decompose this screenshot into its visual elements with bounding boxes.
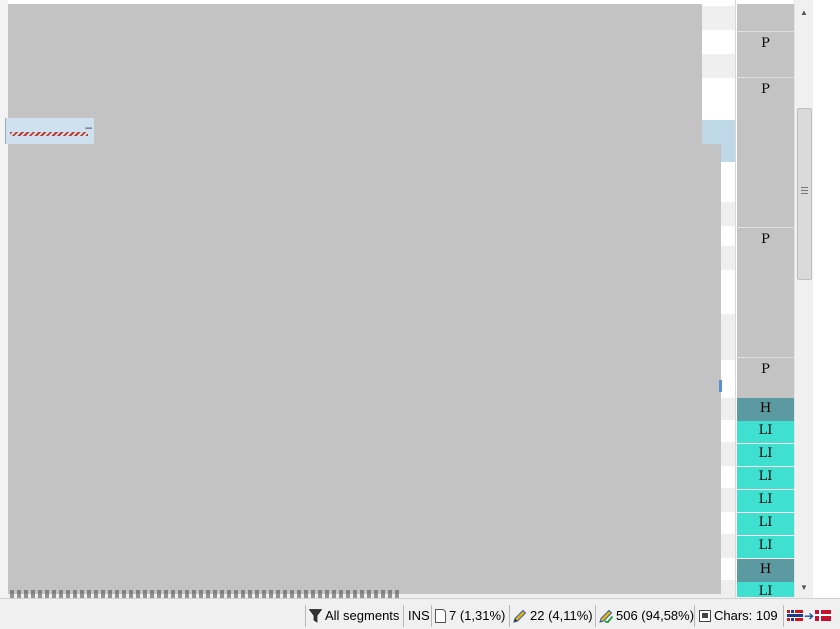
style-tag-list-item[interactable]: LI bbox=[737, 467, 794, 490]
scrollbar-grip-icon bbox=[801, 187, 808, 195]
status-bar: All segments INS 7 (1,31%) 22 (4,11%) 50… bbox=[0, 598, 840, 629]
denmark-flag-icon bbox=[815, 610, 832, 621]
status-separator bbox=[783, 605, 784, 627]
spellcheck-underline bbox=[10, 132, 88, 136]
redacted-content-block bbox=[8, 4, 702, 144]
style-tag-list-item[interactable]: LI bbox=[737, 536, 794, 559]
style-tag-heading[interactable]: H bbox=[737, 398, 794, 421]
style-tag-paragraph[interactable]: P bbox=[737, 77, 794, 227]
norway-flag-icon bbox=[787, 610, 803, 621]
character-count-value: Chars: 109 bbox=[714, 608, 778, 623]
arrow-right-icon: ➔ bbox=[804, 609, 815, 623]
character-count: Chars: 109 bbox=[699, 608, 778, 624]
language-pair[interactable]: ➔ bbox=[787, 608, 832, 624]
segment-filter[interactable]: All segments bbox=[309, 608, 399, 624]
grid-left-margin bbox=[0, 0, 8, 598]
translated-count: 506 (94,58%) bbox=[599, 608, 694, 624]
pencil-check-icon bbox=[599, 609, 613, 623]
window-right-margin bbox=[813, 0, 840, 598]
cell-edit-caret: – bbox=[85, 120, 92, 134]
style-tag-cell[interactable] bbox=[737, 4, 794, 31]
style-tag-paragraph[interactable]: P bbox=[737, 227, 794, 357]
scroll-down-arrow-icon[interactable]: ▼ bbox=[795, 579, 813, 596]
status-separator bbox=[595, 605, 596, 627]
status-separator bbox=[509, 605, 510, 627]
vertical-scrollbar[interactable]: ▲ ▼ bbox=[794, 0, 813, 598]
tag-marker bbox=[719, 380, 722, 392]
status-separator bbox=[431, 605, 432, 627]
style-tag-list-item[interactable]: LI bbox=[737, 513, 794, 536]
status-separator bbox=[305, 605, 306, 627]
untranslated-count-value: 7 (1,31%) bbox=[449, 608, 506, 623]
draft-count: 22 (4,11%) bbox=[513, 608, 593, 624]
column-divider bbox=[735, 0, 736, 598]
segment-filter-label: All segments bbox=[325, 608, 400, 623]
scroll-up-arrow-icon[interactable]: ▲ bbox=[795, 4, 813, 21]
redacted-content-block bbox=[8, 144, 721, 594]
untranslated-count: 7 (1,31%) bbox=[435, 608, 505, 624]
scrollbar-thumb[interactable] bbox=[797, 108, 812, 280]
style-tag-paragraph[interactable]: P bbox=[737, 31, 794, 77]
style-tag-list-item[interactable]: LI bbox=[737, 490, 794, 513]
status-separator bbox=[403, 605, 404, 627]
style-tag-list-item[interactable]: LI bbox=[737, 444, 794, 467]
pencil-icon bbox=[513, 609, 527, 623]
style-tag-heading[interactable]: H bbox=[737, 559, 794, 582]
style-tag-list-item[interactable]: LI bbox=[737, 421, 794, 444]
partially-visible-text bbox=[10, 590, 400, 598]
active-edit-cell[interactable]: – bbox=[5, 118, 94, 144]
document-icon bbox=[435, 609, 446, 623]
style-tag-list-item[interactable]: LI bbox=[737, 582, 794, 598]
character-count-icon bbox=[699, 610, 711, 622]
translated-count-value: 506 (94,58%) bbox=[616, 608, 695, 623]
style-tag-paragraph[interactable]: P bbox=[737, 357, 794, 398]
insert-mode-indicator[interactable]: INS bbox=[408, 608, 430, 624]
funnel-icon bbox=[309, 609, 322, 623]
draft-count-value: 22 (4,11%) bbox=[530, 608, 593, 623]
status-separator bbox=[694, 605, 695, 627]
segment-grid[interactable]: – P P P P H LI LI LI LI LI LI H LI bbox=[0, 0, 794, 598]
